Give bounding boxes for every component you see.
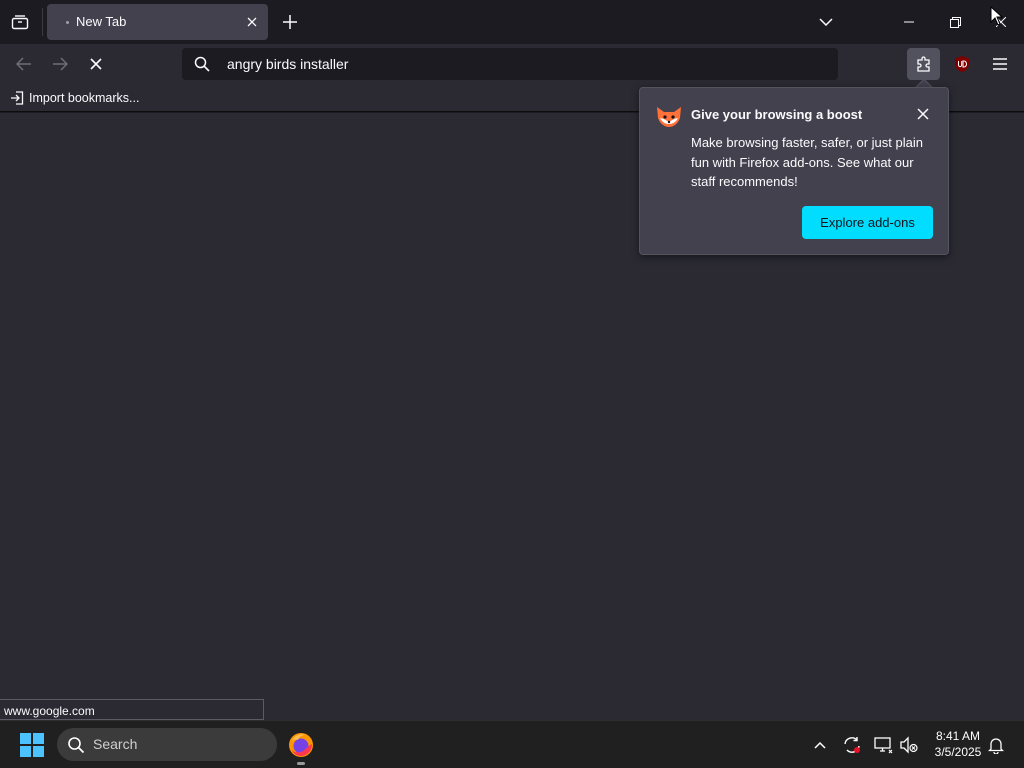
stop-button[interactable] <box>82 50 110 78</box>
tab-title: New Tab <box>76 14 127 29</box>
popup-description: Make browsing faster, safer, or just pla… <box>691 135 923 189</box>
taskbar-search-label: Search <box>93 736 138 752</box>
show-hidden-icons-button[interactable] <box>809 734 831 756</box>
network-icon <box>874 737 893 754</box>
import-bookmarks-label: Import bookmarks... <box>29 91 140 105</box>
bell-icon <box>988 738 1004 754</box>
forward-arrow-icon <box>53 57 68 71</box>
title-bar: New Tab <box>0 0 1024 44</box>
navigation-toolbar: angry birds installer <box>0 44 1024 84</box>
volume-muted-icon <box>900 736 918 754</box>
chevron-down-icon <box>819 18 833 26</box>
taskbar-clock[interactable]: 8:41 AM 3/5/2025 <box>925 728 991 760</box>
notifications-button[interactable] <box>985 734 1007 756</box>
restore-icon <box>949 16 961 28</box>
forward-button[interactable] <box>46 50 74 78</box>
taskbar-firefox-button[interactable] <box>286 730 316 760</box>
clock-date: 3/5/2025 <box>934 745 982 759</box>
running-indicator <box>297 762 305 765</box>
tab-separator <box>42 8 43 36</box>
close-icon <box>247 17 257 27</box>
windows-taskbar: Search 8:41 AM 3/5/2025 <box>0 720 1024 768</box>
import-icon <box>11 91 24 105</box>
explore-addons-button[interactable]: Explore add-ons <box>802 206 933 239</box>
popup-title: Give your browsing a boost <box>691 107 863 122</box>
sync-icon <box>844 737 860 753</box>
start-button[interactable] <box>20 733 44 757</box>
search-icon <box>68 737 85 754</box>
fox-icon <box>657 107 681 127</box>
windows-logo-pane <box>20 746 31 757</box>
addons-recommendation-panel: Give your browsing a boost Make browsing… <box>639 87 949 255</box>
back-arrow-icon <box>16 57 31 71</box>
ublock-origin-button[interactable] <box>952 54 972 74</box>
windows-logo-pane <box>33 733 44 744</box>
puzzle-piece-icon <box>916 56 930 72</box>
tab-close-button[interactable] <box>243 13 261 31</box>
popup-close-button[interactable] <box>914 105 932 123</box>
new-tab-button[interactable] <box>279 11 301 33</box>
list-all-tabs-button[interactable] <box>815 11 837 33</box>
chevron-up-icon <box>814 741 826 749</box>
tab-new-tab[interactable]: New Tab <box>47 4 268 40</box>
firefox-icon <box>289 733 313 757</box>
sync-tray-button[interactable] <box>841 734 863 756</box>
application-menu-button[interactable] <box>988 52 1012 76</box>
windows-logo-icon <box>20 733 31 744</box>
plus-icon <box>283 15 297 29</box>
minimize-button[interactable] <box>886 0 932 44</box>
tab-list-icon <box>11 15 29 30</box>
taskbar-search-box[interactable]: Search <box>57 728 277 761</box>
url-bar[interactable]: angry birds installer <box>182 48 838 80</box>
mouse-cursor-icon <box>990 6 1004 26</box>
hamburger-menu-icon <box>993 58 1007 70</box>
tab-loading-dot <box>66 21 69 24</box>
status-panel: www.google.com <box>0 699 264 720</box>
close-icon <box>917 108 929 120</box>
restore-button[interactable] <box>932 0 978 44</box>
search-icon <box>194 56 210 72</box>
extensions-button[interactable] <box>907 48 940 80</box>
url-input[interactable]: angry birds installer <box>227 56 348 72</box>
volume-tray-button[interactable] <box>898 734 920 756</box>
import-bookmarks-button[interactable]: Import bookmarks... <box>10 89 139 107</box>
back-button[interactable] <box>10 50 38 78</box>
windows-logo-pane <box>33 746 44 757</box>
tab-list-button[interactable] <box>8 10 32 34</box>
stop-icon <box>90 58 102 70</box>
minimize-icon <box>904 21 914 23</box>
network-tray-button[interactable] <box>872 734 894 756</box>
clock-time: 8:41 AM <box>935 729 981 743</box>
ublock-origin-icon <box>955 56 969 72</box>
